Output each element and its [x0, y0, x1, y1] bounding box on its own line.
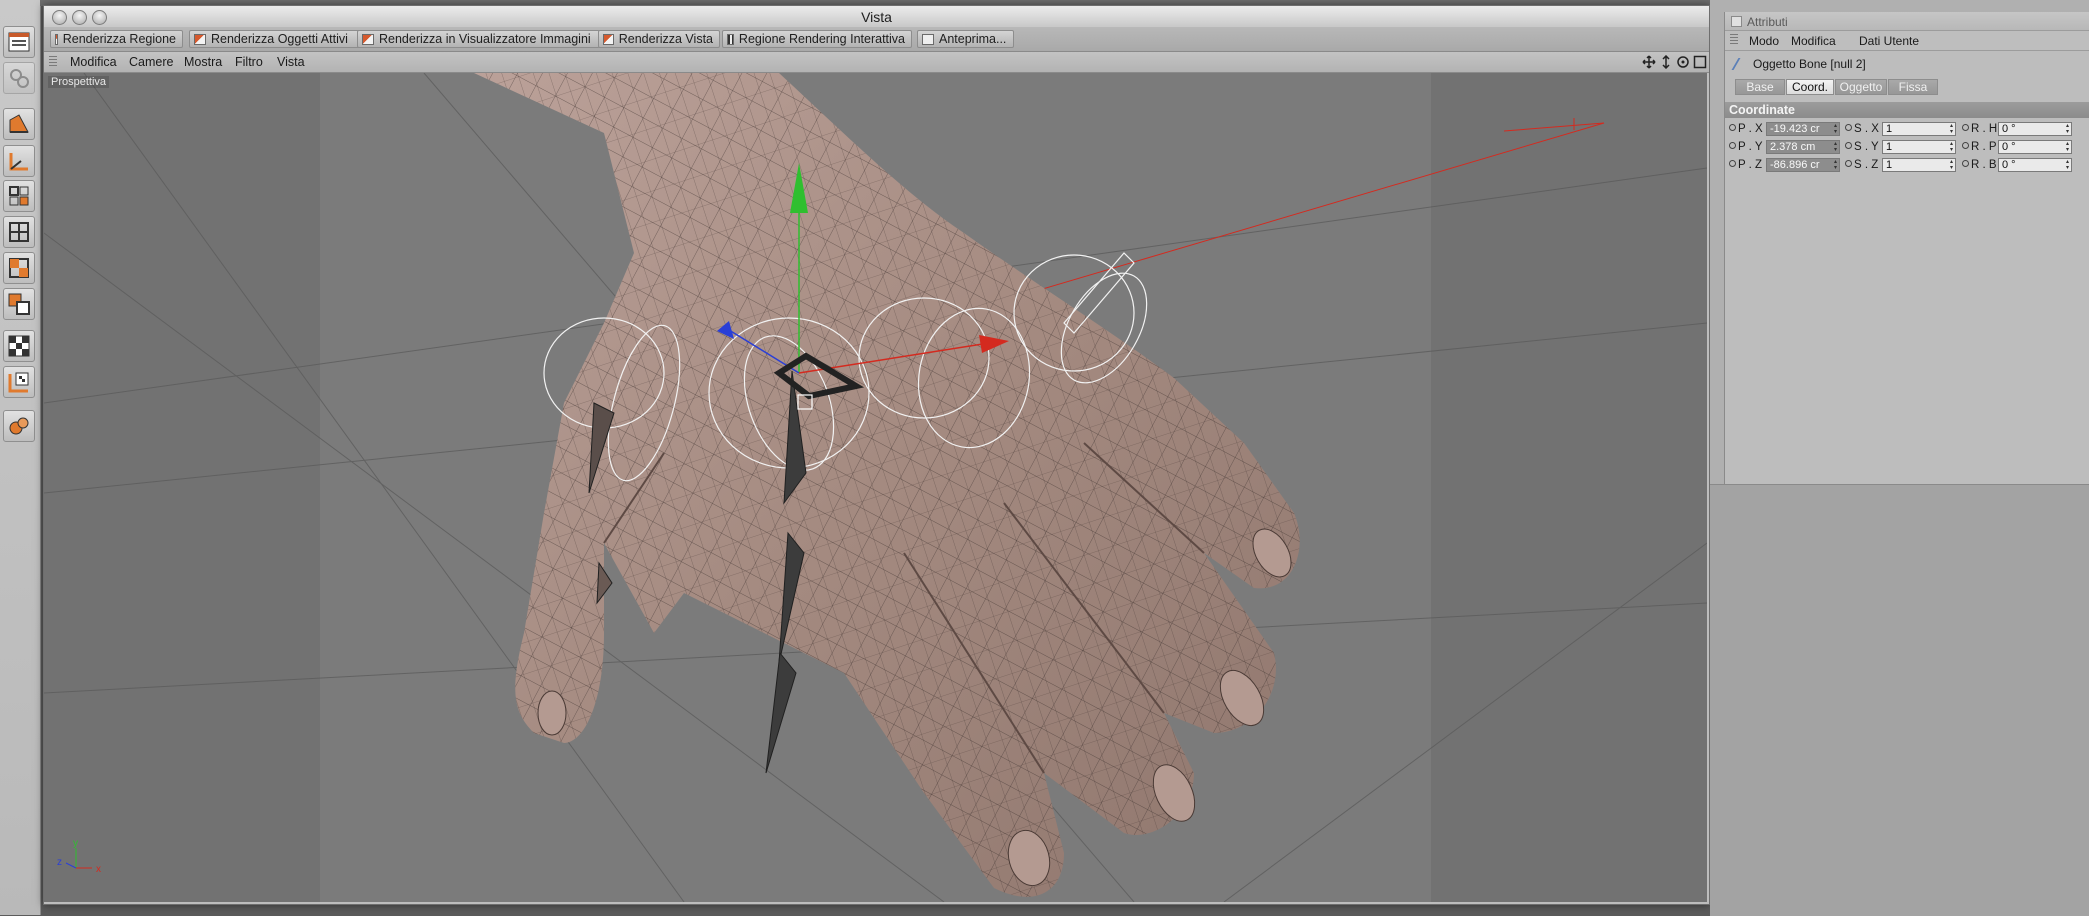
sculpt-icon[interactable] [3, 410, 35, 442]
coordinates-section-header[interactable]: Coordinate [1725, 102, 2089, 118]
render-icon [362, 33, 374, 45]
preview-button[interactable]: Anteprima... [917, 30, 1014, 48]
coord-row-x: P . X -19.423 cr S . X 1 R . H 0 ° [1725, 122, 2089, 138]
menu-modifica[interactable]: Modifica [70, 55, 117, 69]
menu-modo[interactable]: Modo [1749, 34, 1779, 48]
tab-coord[interactable]: Coord. [1786, 79, 1834, 95]
uv-mode-icon[interactable] [3, 366, 35, 398]
bone-icon [1731, 58, 1751, 70]
zoom-view-icon[interactable] [1659, 55, 1673, 69]
tab-base[interactable]: Base [1735, 79, 1785, 95]
scene-render: y x z [44, 73, 1707, 902]
panel-checkbox[interactable] [1731, 16, 1742, 27]
svg-text:x: x [96, 864, 101, 875]
py-label: P . Y [1729, 141, 1763, 153]
move-view-icon[interactable] [1642, 55, 1656, 69]
attributes-menubar: Modo Modifica Dati Utente [1725, 31, 2089, 51]
grip-handle[interactable] [49, 56, 57, 68]
sx-label: S . X [1845, 123, 1879, 135]
render-picture-viewer-button[interactable]: Renderizza in Visualizzatore Immagini [357, 30, 600, 48]
menu-camere[interactable]: Camere [129, 55, 173, 69]
render-icon [55, 33, 58, 45]
sy-field[interactable]: 1 [1882, 140, 1956, 154]
rb-field[interactable]: 0 ° [1998, 158, 2072, 172]
render-toolbar: Renderizza Regione Renderizza Oggetti At… [44, 27, 1709, 52]
menu-mostra[interactable]: Mostra [184, 55, 222, 69]
object-name: Oggetto Bone [null 2] [1753, 57, 1866, 71]
tab-oggetto[interactable]: Oggetto [1835, 79, 1887, 95]
menu-dati-utente[interactable]: Dati Utente [1859, 34, 1919, 48]
sz-label: S . Z [1845, 159, 1878, 171]
render-icon [603, 33, 614, 45]
window-title: Vista [861, 9, 892, 25]
rp-label: R . P [1962, 141, 1997, 153]
grip-handle[interactable] [1730, 34, 1738, 46]
py-field[interactable]: 2.378 cm [1766, 140, 1840, 154]
window-titlebar[interactable]: Vista [44, 6, 1709, 28]
pz-field[interactable]: -86.896 cr [1766, 158, 1840, 172]
tool-palette [0, 0, 41, 915]
points-mode-icon[interactable] [3, 252, 35, 284]
object-mode-icon[interactable] [3, 216, 35, 248]
irr-icon [727, 33, 734, 45]
polygons-mode-icon[interactable] [3, 288, 35, 320]
attributes-titlebar: Attributi [1725, 12, 2089, 31]
sz-field[interactable]: 1 [1882, 158, 1956, 172]
render-region-button[interactable]: Renderizza Regione [50, 30, 183, 48]
scale-tool-icon[interactable] [3, 108, 35, 140]
rotate-axis-icon[interactable] [3, 145, 35, 177]
pz-label: P . Z [1729, 159, 1762, 171]
sx-field[interactable]: 1 [1882, 122, 1956, 136]
interactive-render-region-button[interactable]: Regione Rendering Interattiva [722, 30, 912, 48]
rh-field[interactable]: 0 ° [1998, 122, 2072, 136]
view-layout-icon[interactable] [3, 26, 35, 58]
perspective-viewport[interactable]: y x z Prospettiva [44, 73, 1707, 902]
rh-label: R . H [1962, 123, 1997, 135]
tab-fissa[interactable]: Fissa [1888, 79, 1938, 95]
object-name-line: Oggetto Bone [null 2] [1731, 57, 1866, 71]
preview-icon [922, 33, 934, 45]
texture-mode-icon[interactable] [3, 330, 35, 362]
coord-row-y: P . Y 2.378 cm S . Y 1 R . P 0 ° [1725, 140, 2089, 156]
model-mode-icon[interactable] [3, 180, 35, 212]
svg-text:z: z [57, 857, 62, 868]
render-icon [194, 33, 206, 45]
rb-label: R . B [1962, 159, 1997, 171]
coord-row-z: P . Z -86.896 cr S . Z 1 R . B 0 ° [1725, 158, 2089, 174]
px-field[interactable]: -19.423 cr [1766, 122, 1840, 136]
menu-modifica[interactable]: Modifica [1791, 34, 1836, 48]
attribute-manager-top: Attributi Modo Modifica Dati Utente Ogge… [1724, 12, 2089, 484]
attributes-title: Attributi [1747, 15, 1788, 29]
px-label: P . X [1729, 123, 1763, 135]
viewport-camera-label[interactable]: Prospettiva [48, 76, 110, 88]
attribute-manager: Attributi Modo Modifica Dati Utente Ogge… [1710, 0, 2089, 916]
view-menubar: Modifica Camere Mostra Filtro Vista [44, 52, 1709, 73]
rotate-view-icon[interactable] [1676, 55, 1690, 69]
maximize-view-icon[interactable] [1693, 55, 1707, 69]
sy-label: S . Y [1845, 141, 1879, 153]
live-selection-icon[interactable] [3, 62, 35, 94]
svg-text:y: y [73, 838, 78, 849]
render-view-button[interactable]: Renderizza Vista [598, 30, 720, 48]
vista-window: Vista Renderizza Regione Renderizza Ogge… [43, 5, 1710, 905]
menu-vista[interactable]: Vista [277, 55, 305, 69]
menu-filtro[interactable]: Filtro [235, 55, 263, 69]
rp-field[interactable]: 0 ° [1998, 140, 2072, 154]
attribute-manager-empty-area [1710, 484, 2089, 916]
